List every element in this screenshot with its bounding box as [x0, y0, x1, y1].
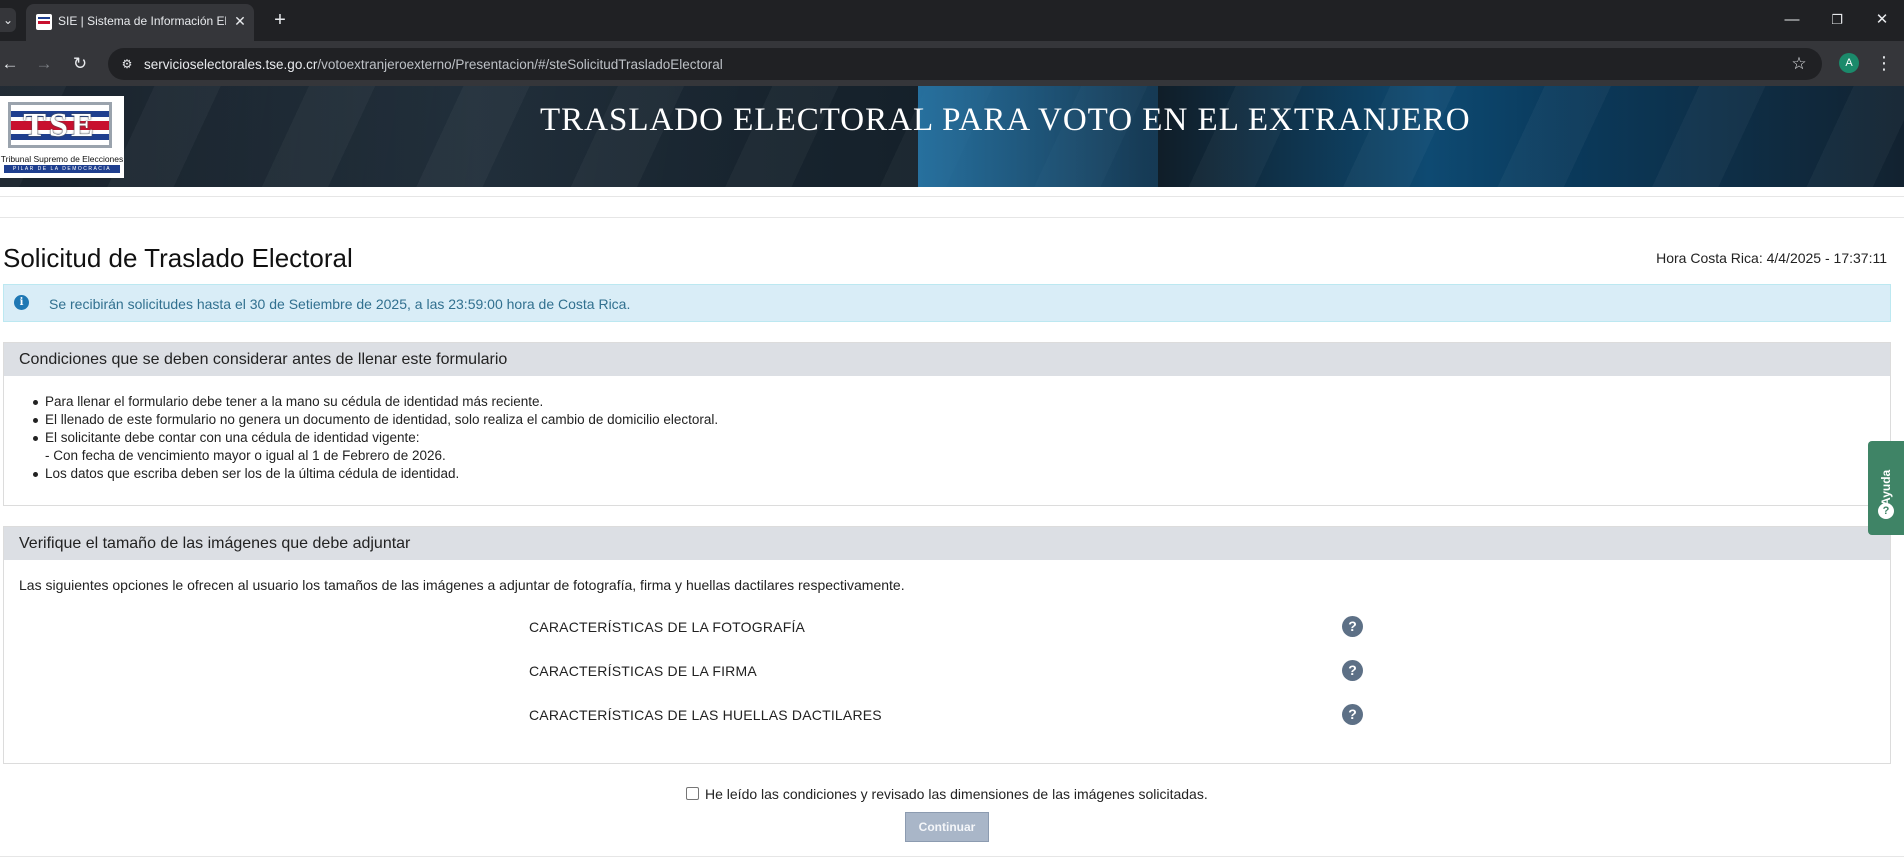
profile-avatar[interactable]: A [1839, 53, 1859, 73]
list-item-sub: - Con fecha de vencimiento mayor o igual… [45, 448, 446, 463]
arrow-right-icon[interactable]: → [30, 50, 58, 78]
acknowledge-checkbox[interactable] [686, 787, 699, 800]
browser-toolbar: ← → ↻ ⚙ servicioselectorales.tse.go.cr/v… [0, 41, 1904, 86]
list-item: El llenado de este formulario no genera … [32, 412, 719, 427]
divider [0, 196, 1904, 197]
header-banner: TSE Tribunal Supremo de Elecciones PILAR… [0, 86, 1904, 187]
star-icon[interactable]: ☆ [1788, 53, 1810, 75]
image-requirements-panel: Verifique el tamaño de las imágenes que … [3, 526, 1891, 764]
arrow-left-icon[interactable]: ← [0, 50, 24, 78]
deadline-alert: i Se recibirán solicitudes hasta el 30 d… [3, 284, 1891, 322]
browser-tab[interactable]: SIE | Sistema de Información Electoral ✕ [26, 4, 254, 41]
photo-characteristics-row: CARACTERÍSTICAS DE LA FOTOGRAFÍA ? [529, 615, 1367, 639]
image-requirements-description: Las siguientes opciones le ofrecen al us… [19, 577, 905, 593]
kebab-menu-icon[interactable]: ⋮ [1874, 50, 1894, 76]
address-bar[interactable]: ⚙ servicioselectorales.tse.go.cr/votoext… [108, 48, 1822, 80]
question-circle-icon[interactable]: ? [1878, 503, 1894, 519]
conditions-list: Para llenar el formulario debe tener a l… [32, 393, 719, 483]
signature-characteristics-label: CARACTERÍSTICAS DE LA FIRMA [529, 663, 757, 679]
close-icon[interactable]: ✕ [232, 13, 248, 29]
tse-logo-mark: TSE [8, 102, 112, 148]
alert-text: Se recibirán solicitudes hasta el 30 de … [49, 296, 631, 312]
clock-label: Hora Costa Rica: [1656, 250, 1767, 266]
tse-favicon-icon [36, 14, 52, 30]
help-side-tab[interactable]: Ayuda ? [1868, 441, 1904, 535]
signature-characteristics-row: CARACTERÍSTICAS DE LA FIRMA ? [529, 659, 1367, 683]
info-icon: i [14, 295, 29, 310]
logo-motto: PILAR DE LA DEMOCRACIA [4, 165, 120, 173]
question-circle-icon[interactable]: ? [1342, 660, 1363, 681]
tse-logo: TSE Tribunal Supremo de Elecciones PILAR… [0, 96, 124, 178]
list-item: El solicitante debe contar con una cédul… [32, 429, 718, 447]
help-tab-label[interactable]: Ayuda [1879, 470, 1893, 506]
logo-name: Tribunal Supremo de Elecciones [0, 154, 124, 164]
conditions-panel: Condiciones que se deben considerar ante… [3, 342, 1891, 506]
clock-value: 4/4/2025 - 17:37:11 [1766, 250, 1887, 266]
continue-button[interactable]: Continuar [905, 812, 989, 842]
new-tab-button[interactable]: + [268, 8, 292, 32]
question-circle-icon[interactable]: ? [1342, 616, 1363, 637]
fingerprint-characteristics-label: CARACTERÍSTICAS DE LAS HUELLAS DACTILARE… [529, 707, 882, 723]
acknowledge-label[interactable]: He leído las condiciones y revisado las … [705, 786, 1208, 802]
chevron-down-icon[interactable]: ⌄ [0, 8, 16, 32]
question-circle-icon[interactable]: ? [1342, 704, 1363, 725]
photo-characteristics-label: CARACTERÍSTICAS DE LA FOTOGRAFÍA [529, 619, 806, 635]
minimize-icon[interactable]: — [1770, 6, 1814, 34]
divider [0, 856, 1904, 857]
divider [0, 217, 1904, 218]
conditions-heading: Condiciones que se deben considerar ante… [4, 343, 1890, 376]
restore-icon[interactable]: ❐ [1815, 6, 1859, 34]
banner-title: TRASLADO ELECTORAL PARA VOTO EN EL EXTRA… [540, 102, 1471, 138]
reload-icon[interactable]: ↻ [66, 50, 94, 78]
costa-rica-clock: Hora Costa Rica: 4/4/2025 - 17:37:11 [1656, 250, 1887, 266]
list-item: Los datos que escriba deben ser los de l… [32, 465, 718, 483]
fingerprint-characteristics-row: CARACTERÍSTICAS DE LAS HUELLAS DACTILARE… [529, 703, 1367, 727]
logo-letters: TSE [23, 107, 97, 144]
site-info-icon[interactable]: ⚙ [116, 53, 138, 75]
list-item: Para llenar el formulario debe tener a l… [32, 393, 718, 411]
page-title: Solicitud de Traslado Electoral [3, 243, 353, 273]
url-text[interactable]: servicioselectorales.tse.go.cr/votoextra… [144, 57, 723, 72]
tab-title: SIE | Sistema de Información Electoral [58, 14, 226, 28]
image-requirements-heading: Verifique el tamaño de las imágenes que … [4, 527, 1890, 560]
window-close-icon[interactable]: ✕ [1860, 6, 1904, 34]
browser-tab-strip: ⌄ SIE | Sistema de Información Electoral… [0, 0, 1904, 41]
